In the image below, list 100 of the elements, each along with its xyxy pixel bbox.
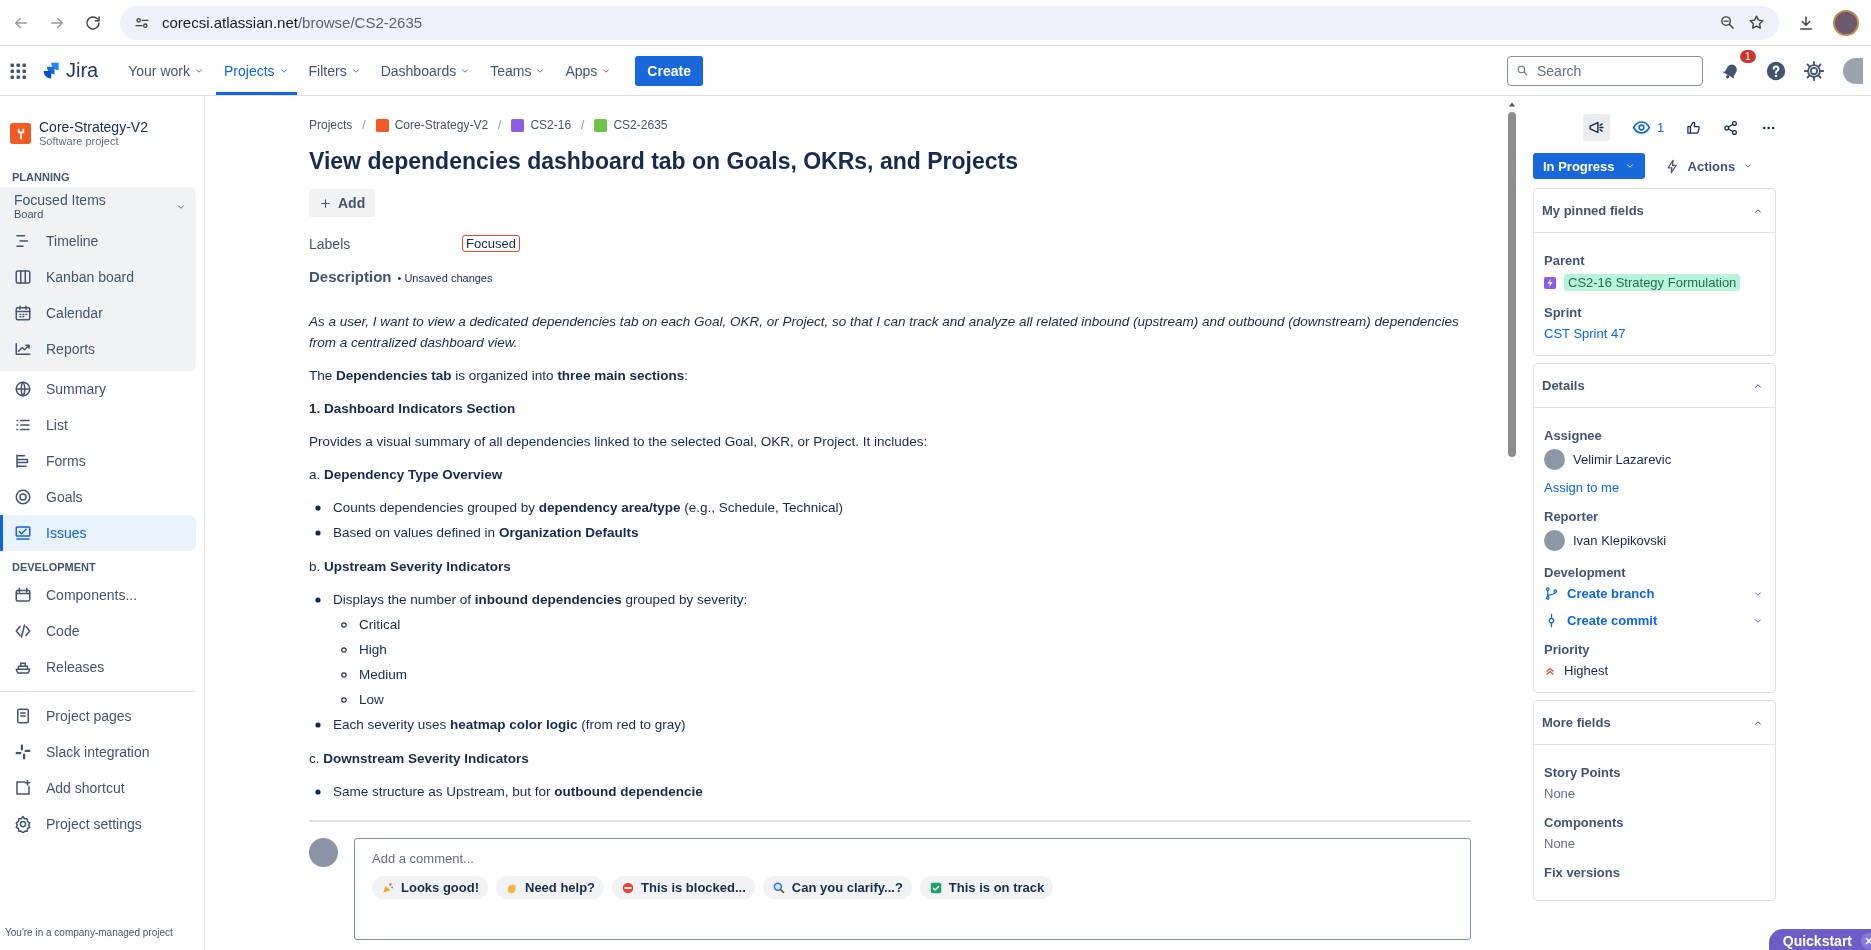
share-icon[interactable] (1723, 118, 1739, 137)
quick-reply-chip[interactable]: Looks good! (372, 876, 488, 899)
priority-value[interactable]: Highest (1564, 663, 1609, 678)
product-name[interactable]: Jira (66, 59, 99, 82)
monitor-icon (14, 524, 32, 542)
user-avatar[interactable] (1843, 57, 1863, 84)
help-icon[interactable] (1765, 59, 1787, 82)
development-link[interactable]: Create branch (1567, 586, 1745, 601)
field-label: Parent (1544, 253, 1586, 268)
project-name[interactable]: Core-Strategy-V2 (39, 120, 148, 135)
board-selector[interactable]: Focused Items Board (0, 191, 196, 223)
sprint-link[interactable]: CST Sprint 47 (1544, 326, 1763, 341)
reload-icon[interactable] (84, 13, 102, 32)
field-label: Components (1544, 815, 1625, 830)
sidebar-item[interactable]: Summary (0, 371, 196, 407)
field-value[interactable]: None (1544, 786, 1763, 801)
issue-title[interactable]: View dependencies dashboard tab on Goals, OKRs, and Projects (309, 148, 1471, 175)
nav-menu-item[interactable]: Projects (216, 46, 297, 95)
epic-icon (1544, 276, 1556, 289)
actions-menu[interactable]: Actions (1664, 158, 1754, 174)
breadcrumb-link[interactable]: Projects (309, 118, 353, 132)
paragraph: c. Downstream Severity Indicators (309, 750, 530, 768)
board-icon (14, 268, 32, 286)
sidebar-item[interactable]: Components... (0, 577, 196, 613)
create-button[interactable]: Create (635, 55, 703, 86)
list-item: Same structure as Upstream, but for outbound dependencie (333, 783, 703, 801)
sidebar-item[interactable]: Code (0, 613, 196, 649)
quick-reply-chip[interactable]: Can you clarify...? (762, 876, 912, 899)
search-field[interactable]: Search (1507, 55, 1703, 86)
download-icon[interactable] (1797, 13, 1815, 32)
quick-reply-chip[interactable]: This is on track (919, 876, 1054, 899)
calendar-icon (14, 304, 32, 322)
nav-menu-item[interactable]: Teams (482, 46, 554, 95)
field-label: Story Points (1544, 765, 1622, 780)
paragraph: a. Dependency Type Overview (309, 466, 504, 484)
sidebar-item[interactable]: Project pages (0, 698, 196, 734)
sidebar-item[interactable]: List (0, 407, 196, 443)
profile-avatar[interactable] (1833, 9, 1859, 36)
party-popper-icon (381, 880, 395, 895)
scrollbar-thumb[interactable] (1508, 112, 1516, 457)
sidebar-item[interactable]: Goals (0, 479, 196, 515)
section-heading: PLANNING (12, 171, 71, 183)
quick-reply-chip[interactable]: This is blocked... (612, 876, 755, 899)
quick-reply-chip[interactable]: Need help? (496, 876, 605, 899)
project-type: Software project (39, 135, 120, 147)
address-bar[interactable]: corecsi.atlassian.net/browse/CS2-2635 (120, 5, 1779, 40)
sidebar-item[interactable]: Timeline (0, 223, 196, 259)
feedback-button[interactable] (1583, 114, 1610, 141)
development-link[interactable]: Create commit (1567, 613, 1745, 628)
person-avatar (1544, 530, 1565, 551)
breadcrumb-link[interactable]: CS2-2635 (613, 118, 668, 132)
story-icon (594, 118, 608, 132)
breadcrumb-link[interactable]: CS2-16 (530, 118, 572, 132)
user-avatar (309, 838, 338, 867)
magnifier-icon (771, 880, 786, 895)
star-icon[interactable] (1748, 14, 1765, 31)
breadcrumb-separator: / (581, 118, 585, 132)
person-name[interactable]: Velimir Lazarevic (1573, 452, 1672, 467)
breadcrumb-separator: / (498, 118, 502, 132)
sidebar-item[interactable]: Kanban board (0, 259, 196, 295)
quickstart-button[interactable]: Quickstart (1768, 929, 1871, 950)
nav-menu-item[interactable]: Filters (300, 46, 369, 95)
chevron-down-icon (176, 202, 186, 212)
url-text: corecsi.atlassian.net/browse/CS2-2635 (162, 14, 423, 31)
zoom-icon[interactable] (1719, 14, 1736, 31)
comment-field[interactable]: Add a comment... Looks good! Need help? This is blocked... Can you clarify...? This is on track (354, 838, 1471, 940)
field-value[interactable]: None (1544, 836, 1763, 851)
status-dropdown[interactable]: In Progress (1533, 153, 1645, 179)
sidebar-item[interactable]: Reports (0, 331, 196, 367)
breadcrumb-link[interactable]: Core-Strategy-V2 (394, 118, 489, 132)
search-icon (1516, 64, 1529, 77)
sidebar-item[interactable]: Releases (0, 649, 196, 685)
unsaved-note: • Unsaved changes (397, 272, 493, 284)
parent-link[interactable]: CS2-16 Strategy Formulation (1564, 274, 1741, 291)
watch-button[interactable]: 1 (1632, 118, 1665, 137)
settings-icon[interactable] (1803, 59, 1825, 82)
sidebar-item[interactable]: Forms (0, 443, 196, 479)
add-icon (14, 779, 32, 797)
person-name[interactable]: Ivan Klepikovski (1573, 533, 1667, 548)
add-button[interactable]: Add (309, 189, 376, 217)
nav-menu-item[interactable]: Your work (120, 46, 212, 95)
box-icon (14, 586, 32, 604)
sidebar-item[interactable]: Calendar (0, 295, 196, 331)
sidebar-item[interactable]: Add shortcut (0, 770, 196, 806)
sidebar-item[interactable]: Project settings (0, 806, 196, 842)
sidebar-item[interactable]: Slack integration (0, 734, 196, 770)
field-label: Labels (309, 235, 352, 252)
section-heading: 1. Dashboard Indicators Section (309, 400, 517, 418)
nav-menu-item[interactable]: Apps (557, 46, 620, 95)
hollow-bullet-icon (341, 696, 347, 703)
paragraph: b. Upstream Severity Indicators (309, 558, 512, 576)
field-label: Assignee (1544, 428, 1603, 443)
jira-logo-icon[interactable] (42, 60, 62, 81)
nav-menu-item[interactable]: Dashboards (372, 46, 479, 95)
label-tag[interactable]: Focused (462, 235, 520, 252)
sidebar-item[interactable]: Issues (0, 515, 196, 551)
assign-link[interactable]: Assign to me (1544, 480, 1763, 495)
list-item: Based on values defined in Organization Defaults (333, 524, 639, 542)
field-label: Reporter (1544, 509, 1600, 524)
chevron-down-icon (1624, 161, 1635, 171)
